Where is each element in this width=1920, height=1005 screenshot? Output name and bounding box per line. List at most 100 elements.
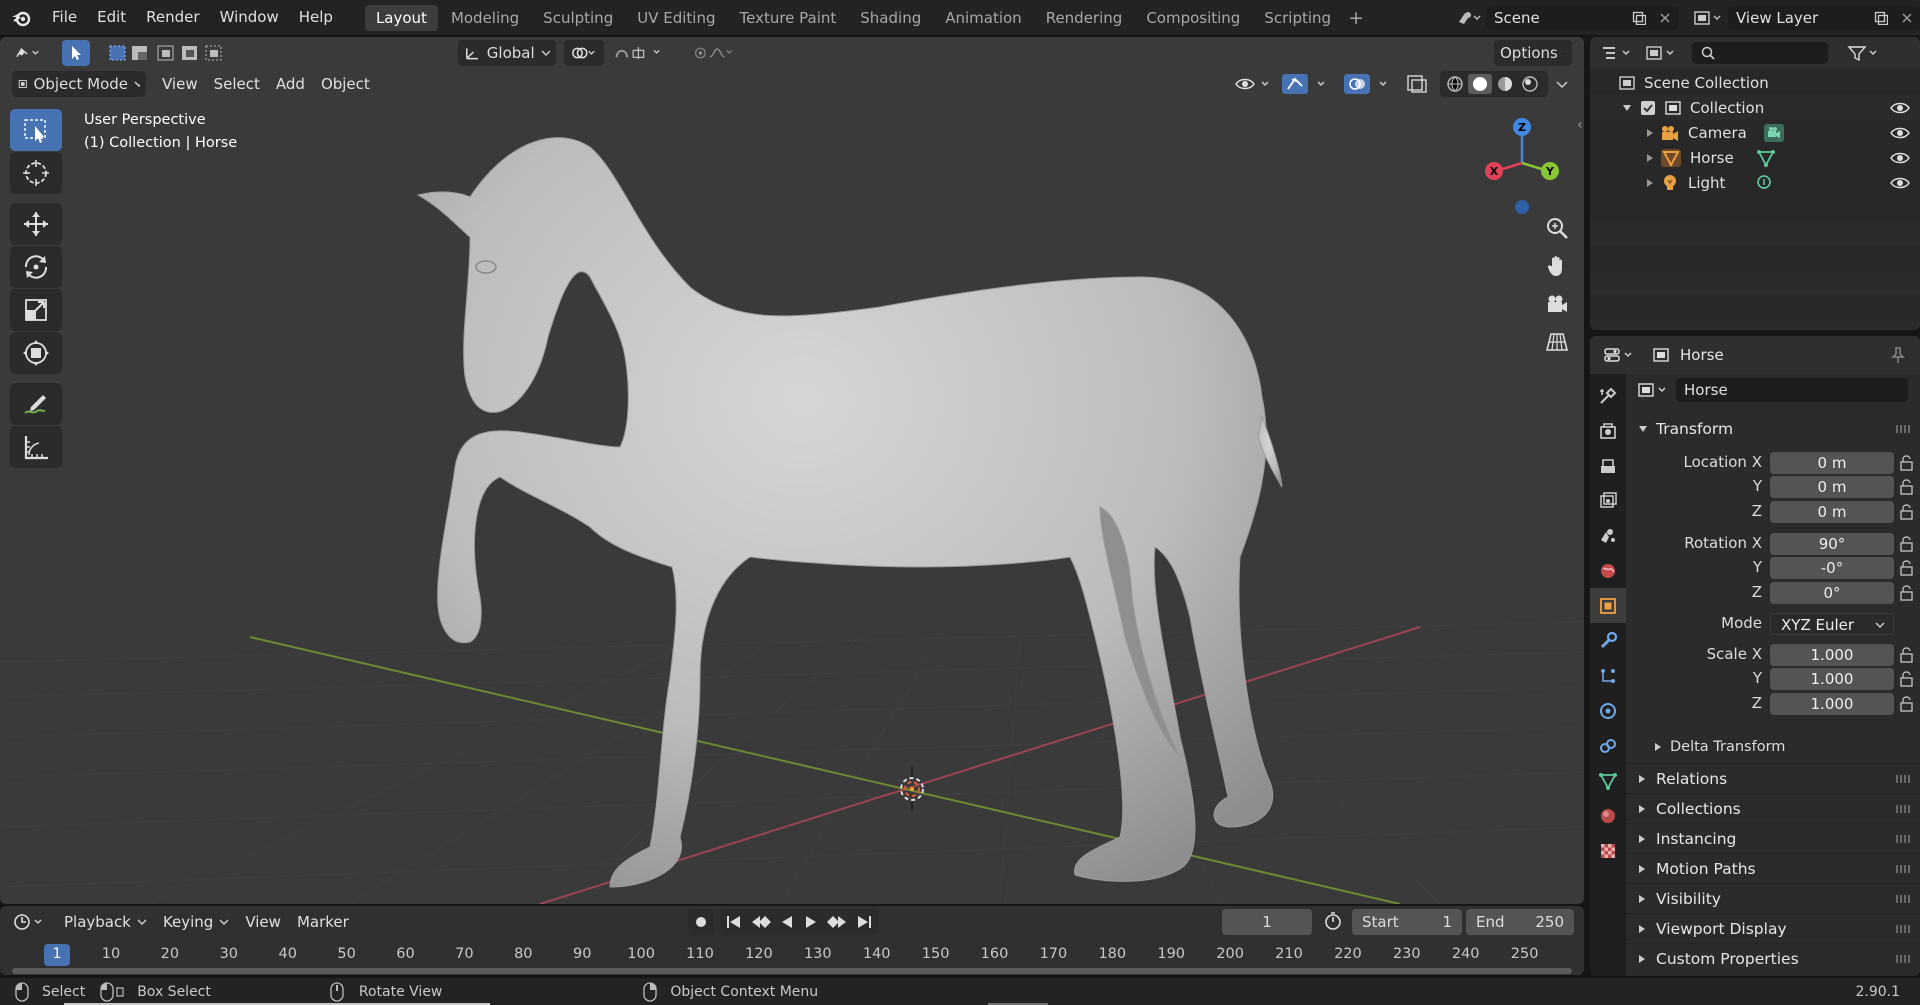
viewport-menu-add[interactable]: Add [268, 71, 313, 97]
snap-icon[interactable] [608, 40, 674, 66]
xray-toggle-icon[interactable] [1406, 71, 1432, 97]
outliner-scene-collection-row[interactable]: Scene Collection [1590, 70, 1920, 95]
material-tab-icon[interactable] [1590, 798, 1626, 833]
view-layer-close-icon[interactable] [1894, 5, 1920, 30]
scale-z-field[interactable]: 1.000 [1770, 693, 1894, 715]
filter-icon[interactable] [1844, 41, 1884, 65]
drag-grip-icon[interactable] [1896, 895, 1912, 903]
transform-panel-header[interactable]: Transform [1626, 414, 1920, 444]
world-tab-icon[interactable] [1590, 553, 1626, 588]
menu-help[interactable]: Help [289, 0, 343, 35]
next-keyframe-icon[interactable] [826, 913, 848, 931]
scene-tab-icon[interactable] [1590, 518, 1626, 553]
data-tab-icon[interactable] [1590, 763, 1626, 798]
blender-logo-icon[interactable] [0, 0, 42, 35]
lock-icon[interactable] [1898, 478, 1916, 496]
outliner-search-input[interactable] [1692, 42, 1828, 64]
render-tab-icon[interactable] [1590, 413, 1626, 448]
outliner-item-horse[interactable]: Horse [1590, 145, 1920, 170]
constraints-tab-icon[interactable] [1590, 728, 1626, 763]
drag-grip-icon[interactable] [1896, 775, 1912, 783]
particles-tab-icon[interactable] [1590, 658, 1626, 693]
prev-keyframe-icon[interactable] [750, 913, 772, 931]
lock-icon[interactable] [1898, 646, 1916, 664]
location-x-field[interactable]: 0 m [1770, 452, 1894, 474]
view-layer-copy-icon[interactable] [1868, 5, 1894, 30]
drag-grip-icon[interactable] [1896, 805, 1912, 813]
lock-icon[interactable] [1898, 454, 1916, 472]
measure-tool-icon[interactable] [10, 426, 62, 468]
outliner-collection-row[interactable]: Collection [1590, 95, 1920, 120]
scene-copy-icon[interactable] [1626, 5, 1652, 30]
timeline-editor[interactable]: Playback Keying View Marker 1 Start 1 En… [0, 906, 1584, 975]
menu-edit[interactable]: Edit [87, 0, 136, 35]
camera-view-icon[interactable] [1540, 287, 1574, 321]
selection-mode-buttons[interactable] [108, 40, 234, 66]
modifier-tab-icon[interactable] [1590, 623, 1626, 658]
scale-x-field[interactable]: 1.000 [1770, 644, 1894, 666]
scene-browse-icon[interactable] [1450, 6, 1486, 30]
transform-orientation-dropdown[interactable]: Global [458, 40, 556, 66]
timeline-scrollbar[interactable] [12, 968, 1572, 974]
output-tab-icon[interactable] [1590, 448, 1626, 483]
pivot-point-icon[interactable] [564, 40, 604, 66]
rotation-mode-dropdown[interactable]: XYZ Euler [1770, 613, 1894, 635]
object-mode-dropdown[interactable]: Object Mode [12, 71, 146, 97]
tab-uv-editing[interactable]: UV Editing [626, 5, 726, 31]
object-browse-icon[interactable] [1634, 378, 1674, 402]
outliner-item-camera[interactable]: Camera [1590, 120, 1920, 145]
outliner-display-mode-icon[interactable] [1642, 41, 1682, 65]
play-icon[interactable] [802, 913, 820, 931]
rotation-y-field[interactable]: -0° [1770, 557, 1894, 579]
tab-compositing[interactable]: Compositing [1135, 5, 1251, 31]
timeline-editor-type-icon[interactable] [10, 910, 50, 934]
end-frame-field[interactable]: End 250 [1466, 909, 1574, 935]
menu-file[interactable]: File [42, 0, 87, 35]
instancing-panel-header[interactable]: Instancing [1626, 823, 1920, 853]
tab-shading[interactable]: Shading [849, 5, 932, 31]
drag-grip-icon[interactable] [1896, 955, 1912, 963]
custom-properties-panel-header[interactable]: Custom Properties [1626, 943, 1920, 973]
object-name-field[interactable]: Horse [1676, 378, 1908, 402]
drag-grip-icon[interactable] [1896, 865, 1912, 873]
outliner-editor-type-icon[interactable] [1598, 41, 1638, 65]
motion-paths-panel-header[interactable]: Motion Paths [1626, 853, 1920, 883]
texture-tab-icon[interactable] [1590, 833, 1626, 868]
view-layer-tab-icon[interactable] [1590, 483, 1626, 518]
viewport-menu-view[interactable]: View [154, 71, 206, 97]
jump-end-icon[interactable] [854, 913, 874, 931]
outliner-item-light[interactable]: Light [1590, 170, 1920, 195]
tab-scripting[interactable]: Scripting [1253, 5, 1342, 31]
menu-window[interactable]: Window [210, 0, 289, 35]
play-reverse-icon[interactable] [778, 913, 796, 931]
delta-transform-subpanel[interactable]: Delta Transform [1626, 732, 1920, 762]
drag-grip-icon[interactable] [1896, 925, 1912, 933]
timeline-menu-marker[interactable]: Marker [289, 909, 357, 935]
tab-sculpting[interactable]: Sculpting [532, 5, 624, 31]
rotation-z-field[interactable]: 0° [1770, 582, 1894, 604]
3d-viewport[interactable]: Global Options Object Mode View Select A… [0, 37, 1584, 904]
properties-editor-type-icon[interactable] [1600, 343, 1640, 367]
scale-tool-icon[interactable] [10, 289, 62, 331]
pan-hand-icon[interactable] [1540, 249, 1574, 283]
current-frame-field[interactable]: 1 [1222, 909, 1312, 935]
lock-icon[interactable] [1898, 559, 1916, 577]
location-y-field[interactable]: 0 m [1770, 476, 1894, 498]
annotate-tool-icon[interactable] [10, 383, 62, 425]
visibility-panel-header[interactable]: Visibility [1626, 883, 1920, 913]
object-tab-icon[interactable] [1590, 588, 1626, 623]
proportional-edit-icon[interactable] [688, 40, 740, 66]
options-dropdown[interactable]: Options [1494, 40, 1572, 66]
lock-icon[interactable] [1898, 503, 1916, 521]
rotation-x-field[interactable]: 90° [1770, 533, 1894, 555]
viewport-display-panel-header[interactable]: Viewport Display [1626, 913, 1920, 943]
cursor-tool-icon[interactable] [10, 152, 62, 194]
view-layer-browse-icon[interactable] [1688, 6, 1728, 30]
menu-render[interactable]: Render [136, 0, 209, 35]
lock-icon[interactable] [1898, 535, 1916, 553]
timeline-menu-view[interactable]: View [237, 909, 289, 935]
relations-panel-header[interactable]: Relations [1626, 763, 1920, 793]
tab-texture-paint[interactable]: Texture Paint [728, 5, 847, 31]
stopwatch-icon[interactable] [1320, 909, 1346, 933]
lock-icon[interactable] [1898, 695, 1916, 713]
